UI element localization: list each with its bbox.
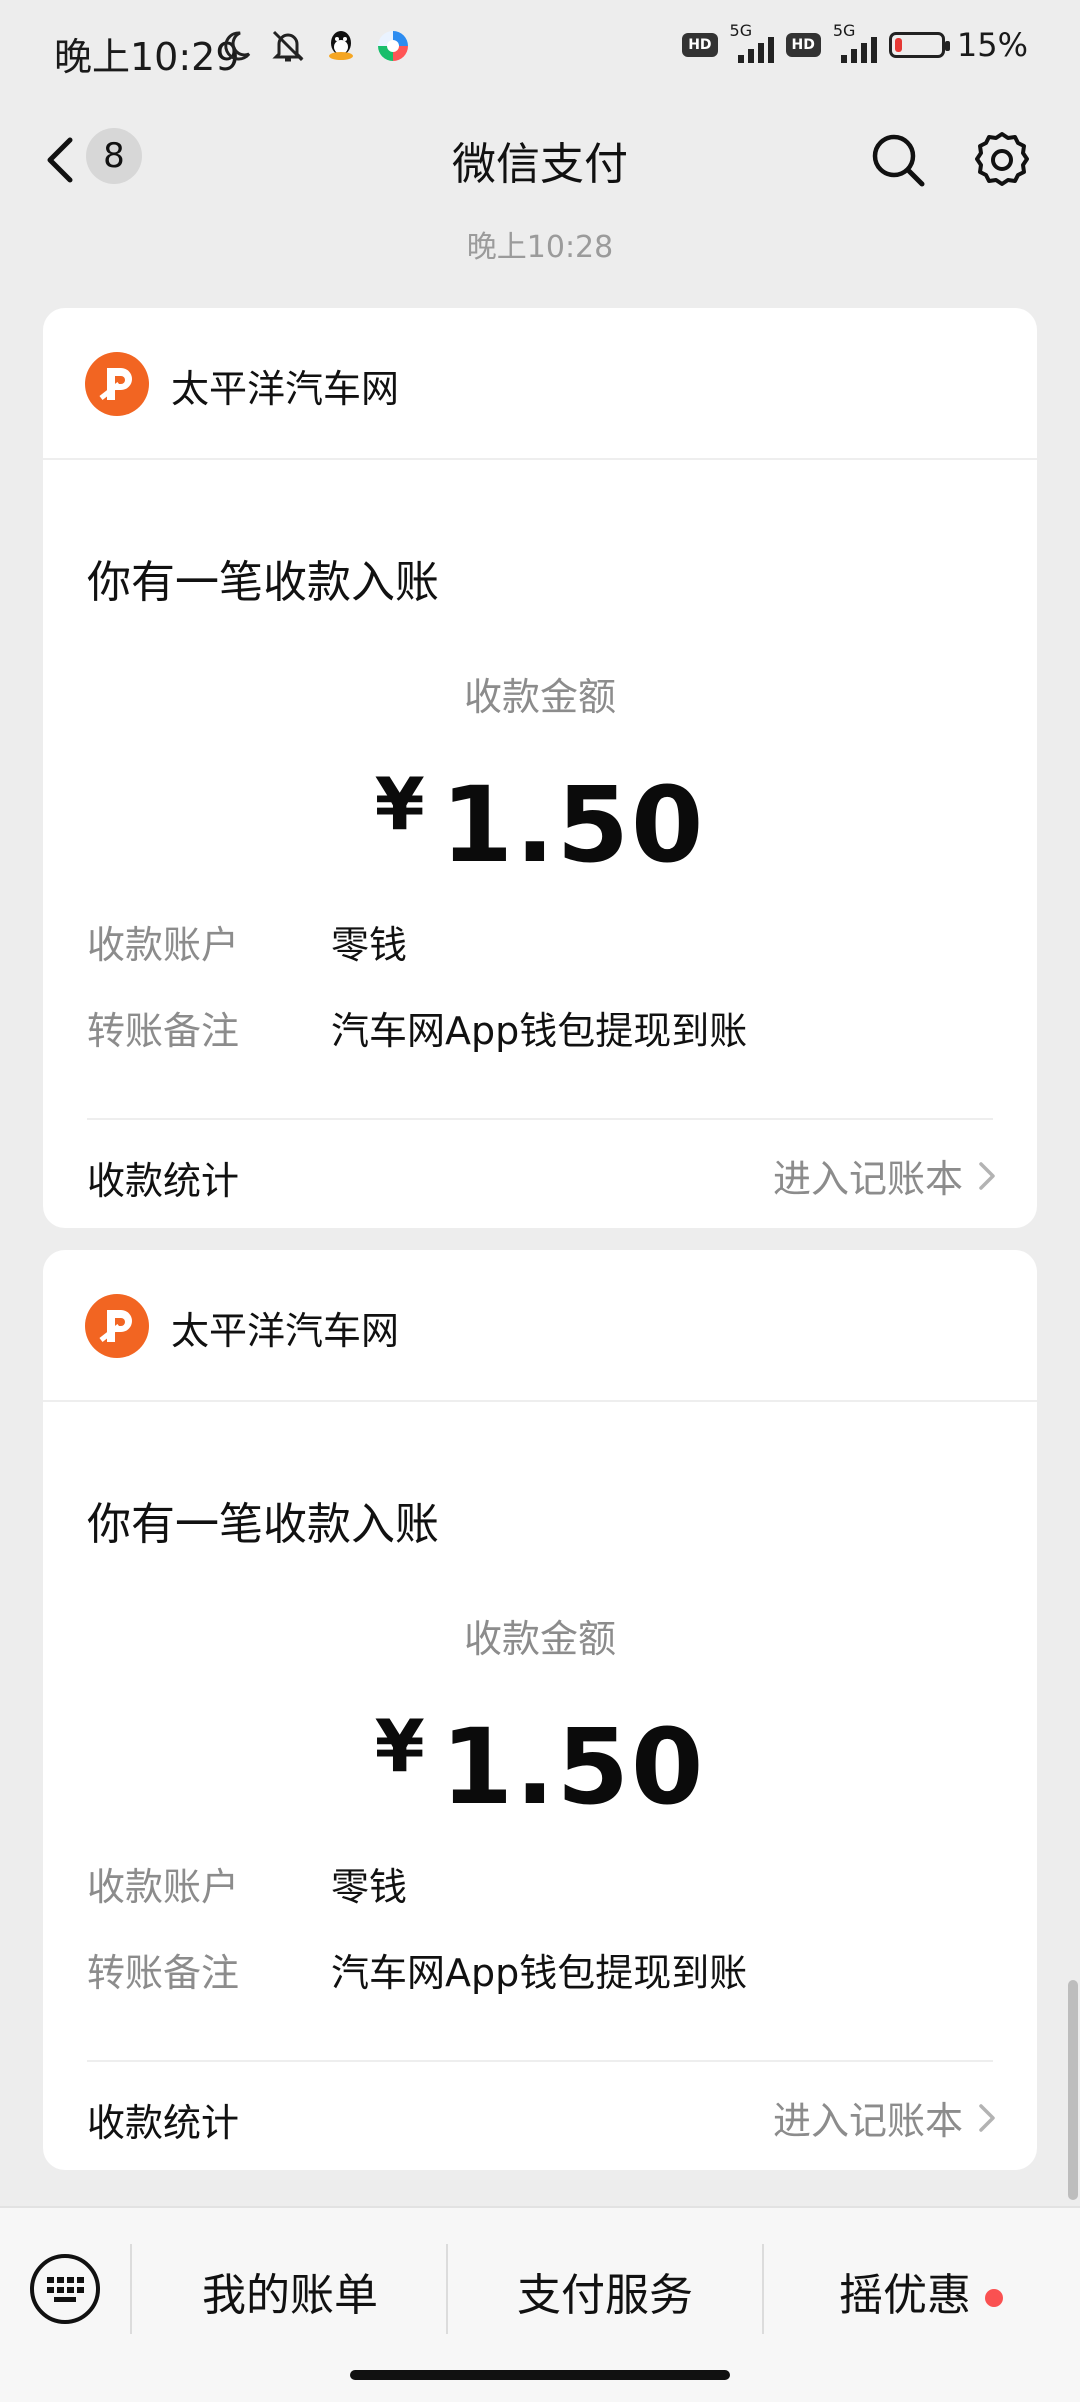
scrollbar[interactable] [1068,1980,1078,2200]
stats-label: 收款统计 [87,1159,240,1203]
currency-symbol: ¥ [374,1704,427,1788]
app-icon [378,31,408,61]
ledger-link-label: 进入记账本 [772,1157,963,1201]
account-row: 收款账户 零钱 [87,914,407,969]
ledger-link-label: 进入记账本 [772,2099,963,2143]
amount-label: 收款金额 [463,1617,616,1661]
keyboard-icon [30,2254,100,2324]
account-value: 零钱 [331,1865,408,1909]
hd-badge: HD [785,33,821,57]
home-indicator[interactable] [350,2370,730,2380]
card-header[interactable]: 太平洋汽车网 [43,308,1037,460]
battery-percent: 15% [956,26,1028,64]
merchant-logo-icon [85,352,149,416]
search-icon [872,134,925,187]
remark-label: 转账备注 [87,1009,240,1053]
chevron-right-icon [979,2103,995,2132]
divider [87,1118,993,1120]
notification-dot [985,2289,1003,2307]
status-bar: 晚上10:29 HD 5G HD 5G 15% [0,0,1080,100]
account-label: 收款账户 [87,923,240,967]
amount-value: ¥1.50 [43,1704,1037,1828]
ledger-link[interactable]: 进入记账本 [773,1148,1001,1203]
status-left-icons [218,28,410,64]
signal-icon: 5G [833,21,877,63]
remark-label: 转账备注 [87,1951,240,1995]
payment-notification-card[interactable]: 太平洋汽车网 你有一笔收款入账 收款金额 ¥1.50 收款账户 零钱 转账备注 汽车… [43,1250,1037,2170]
amount-number: 1.50 [440,1706,706,1828]
chat-header: 8 微信支付 [0,100,1080,220]
merchant-name: 太平洋汽车网 [171,367,400,411]
remark-row: 转账备注 汽车网App钱包提现到账 [87,1942,747,1997]
menu-payment-services[interactable]: 支付服务 [448,2256,762,2336]
battery-icon [888,32,950,58]
merchant-name: 太平洋汽车网 [171,1309,400,1353]
chevron-right-icon [979,1161,995,1190]
hd-badge: HD [682,33,718,57]
status-right: HD 5G HD 5G 15% [682,21,1028,64]
amount-number: 1.50 [440,764,706,886]
remark-value: 汽车网App钱包提现到账 [331,1951,748,1995]
keyboard-toggle-button[interactable] [28,2252,102,2326]
qq-icon [329,31,353,60]
menu-shake-offers[interactable]: 摇优惠 [762,2256,1080,2336]
amount-value: ¥1.50 [43,762,1037,886]
remark-value: 汽车网App钱包提现到账 [331,1009,748,1053]
notification-title: 你有一笔收款入账 [87,1499,439,1550]
amount-label: 收款金额 [463,675,616,719]
ledger-link[interactable]: 进入记账本 [773,2090,1001,2145]
account-label: 收款账户 [87,1865,240,1909]
account-value: 零钱 [331,923,408,967]
settings-button[interactable] [970,128,1034,192]
merchant-logo-icon [85,1294,149,1358]
stats-label: 收款统计 [87,2101,240,2145]
divider [87,2060,993,2062]
status-time: 晚上10:29 [54,35,240,79]
menu-my-bills[interactable]: 我的账单 [130,2256,450,2336]
account-row: 收款账户 零钱 [87,1856,407,1911]
payment-notification-card[interactable]: 太平洋汽车网 你有一笔收款入账 收款金额 ¥1.50 收款账户 零钱 转账备注 汽车… [43,308,1037,1228]
menu-shake-offers-label: 摇优惠 [839,2270,971,2321]
signal-icon: 5G [730,21,774,63]
gear-icon [975,132,1029,186]
notification-title: 你有一笔收款入账 [87,557,439,608]
remark-row: 转账备注 汽车网App钱包提现到账 [87,1000,747,1055]
bell-off-icon [272,30,304,62]
moon-icon [224,31,251,61]
card-header[interactable]: 太平洋汽车网 [43,1250,1037,1402]
currency-symbol: ¥ [374,762,427,846]
message-timestamp: 晚上10:28 [466,230,614,265]
search-button[interactable] [866,128,930,192]
